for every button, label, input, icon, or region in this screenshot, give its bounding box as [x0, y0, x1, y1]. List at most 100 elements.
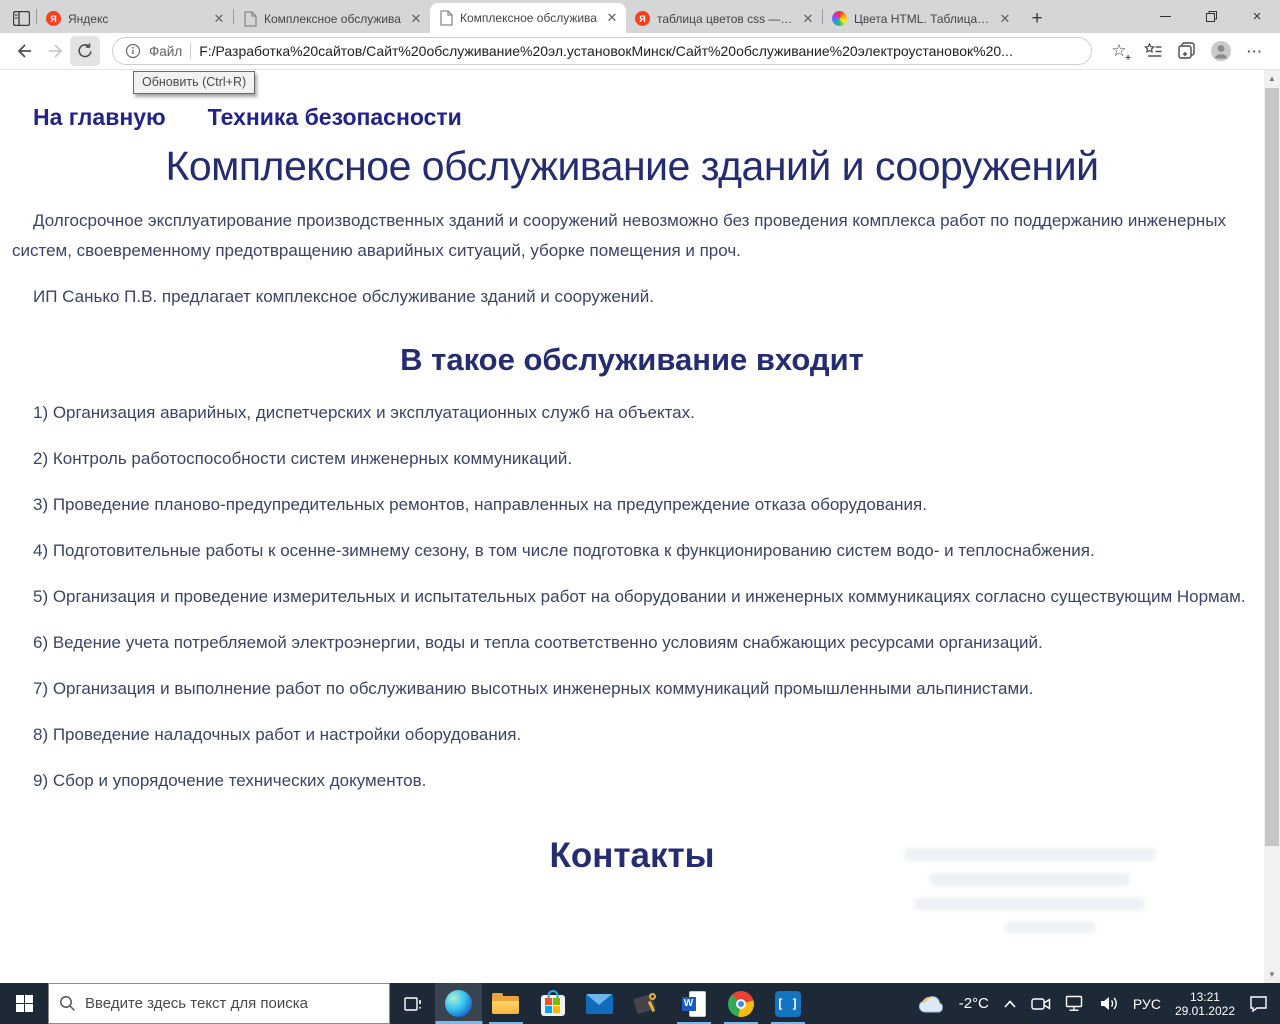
close-icon: ×	[1252, 8, 1262, 25]
window-minimize-button[interactable]	[1142, 0, 1188, 33]
tab-close-icon[interactable]: ✕	[408, 11, 424, 27]
yandex-favicon: Я	[635, 11, 650, 26]
brackets-icon: [ ]	[774, 990, 801, 1017]
taskbar-app-mail[interactable]	[576, 983, 623, 1024]
url-scheme-label: Файл	[149, 43, 183, 59]
ghost-text-artifact	[905, 848, 1155, 861]
tray-time: 13:21	[1189, 989, 1220, 1004]
address-bar[interactable]: Файл F:/Разработка%20сайтов/Сайт%20обслу…	[112, 37, 1092, 65]
weather-widget[interactable]	[913, 983, 949, 1024]
intro-paragraph: ИП Санько П.В. предлагает комплексное об…	[33, 287, 655, 306]
tab-html-colors[interactable]: Цвета HTML. Таблица из ✕	[823, 4, 1019, 33]
tab-site-page-1[interactable]: Комплексное обслужива ✕	[234, 4, 430, 33]
volume-button[interactable]	[1095, 983, 1123, 1024]
task-view-icon	[403, 996, 421, 1011]
forward-button[interactable]	[40, 36, 70, 66]
action-center-button[interactable]	[1245, 983, 1272, 1024]
meet-now-button[interactable]	[1027, 983, 1055, 1024]
back-button[interactable]	[10, 36, 40, 66]
taskbar-app-password-keys[interactable]	[623, 983, 670, 1024]
url-text[interactable]: F:/Разработка%20сайтов/Сайт%20обслуживан…	[199, 43, 1079, 59]
start-button[interactable]	[0, 983, 48, 1024]
nav-link-safety[interactable]: Техника безопасности	[208, 104, 462, 131]
nav-link-home[interactable]: На главную	[33, 104, 166, 131]
tab-close-icon[interactable]: ✕	[800, 11, 816, 27]
refresh-button[interactable]	[70, 36, 100, 66]
tab-close-icon[interactable]: ✕	[997, 11, 1013, 27]
tab-yandex[interactable]: Я Яндекс ✕	[37, 4, 233, 33]
microsoft-store-icon	[540, 990, 565, 1016]
collections-button[interactable]	[1172, 36, 1202, 66]
taskbar-app-brackets[interactable]: [ ]	[764, 983, 811, 1024]
service-list-item: 2) Контроль работоспособности систем инж…	[33, 449, 573, 468]
profile-avatar-icon	[1211, 41, 1231, 61]
page-favicon	[439, 10, 453, 26]
windows-logo-icon	[15, 995, 33, 1012]
service-list-item: 4) Подготовительные работы к осенне-зимн…	[33, 541, 1095, 560]
language-indicator[interactable]: РУС	[1129, 983, 1165, 1024]
meet-now-camera-icon	[1031, 997, 1051, 1010]
system-tray: -2°C РУС 13:21 29.01.2022	[913, 983, 1280, 1024]
taskbar-app-chrome[interactable]	[717, 983, 764, 1024]
network-button[interactable]	[1061, 983, 1089, 1024]
favorites-list-button[interactable]	[1138, 36, 1168, 66]
settings-more-button[interactable]: ···	[1240, 36, 1270, 66]
vertical-tabs-icon	[12, 11, 30, 26]
weather-cloud-icon	[918, 995, 943, 1013]
word-icon: W	[681, 990, 706, 1017]
new-tab-button[interactable]: +	[1023, 5, 1051, 33]
file-explorer-icon	[492, 993, 519, 1014]
window-close-button[interactable]: ×	[1234, 0, 1280, 33]
forward-icon	[49, 44, 63, 58]
tab-close-icon[interactable]: ✕	[604, 10, 620, 26]
windows-taskbar: W [ ] -2°C РУС 13:21 29.01.2022	[0, 983, 1280, 1024]
clock-widget[interactable]: 13:21 29.01.2022	[1171, 983, 1239, 1024]
task-view-button[interactable]	[390, 983, 435, 1024]
scroll-up-arrow[interactable]: ▲	[1264, 70, 1280, 87]
color-sphere-favicon	[832, 11, 847, 26]
scroll-down-arrow[interactable]: ▼	[1264, 966, 1280, 983]
scrollbar-thumb[interactable]	[1265, 88, 1279, 846]
taskbar-app-file-explorer[interactable]	[482, 983, 529, 1024]
service-list-item: 3) Проведение планово-предупредительных …	[33, 495, 927, 514]
refresh-icon	[78, 43, 92, 58]
restore-icon	[1205, 11, 1217, 22]
tray-overflow-button[interactable]	[999, 983, 1021, 1024]
add-favorite-button[interactable]: ☆ +	[1104, 36, 1134, 66]
service-list-item: 6) Ведение учета потребляемой электроэне…	[33, 633, 1043, 652]
favorites-list-icon	[1143, 42, 1161, 57]
back-icon	[17, 44, 31, 58]
profile-button[interactable]	[1206, 36, 1236, 66]
chrome-icon	[727, 990, 754, 1017]
chevron-up-icon	[1004, 999, 1016, 1008]
taskbar-app-edge[interactable]	[435, 983, 482, 1024]
vertical-tabs-button[interactable]	[6, 4, 36, 33]
url-separator	[190, 43, 192, 59]
tab-css-colors-search[interactable]: Я таблица цветов css — Ян ✕	[626, 4, 822, 33]
page-scrollbar[interactable]: ▲ ▼	[1264, 70, 1280, 983]
browser-toolbar: Файл F:/Разработка%20сайтов/Сайт%20обслу…	[0, 33, 1280, 70]
site-navigation: На главную Техника безопасности	[33, 104, 1264, 131]
minimize-icon	[1159, 16, 1171, 17]
temperature-label[interactable]: -2°C	[955, 983, 993, 1024]
page-title: Комплексное обслуживание зданий и сооруж…	[165, 143, 1099, 189]
toolbar-actions: ☆ + ···	[1104, 36, 1270, 66]
tab-title: Комплексное обслужива	[264, 11, 401, 26]
service-list-item: 7) Организация и выполнение работ по обс…	[33, 679, 1034, 698]
taskbar-search-input[interactable]	[85, 995, 379, 1012]
ghost-text-artifact	[1005, 922, 1095, 933]
info-icon[interactable]	[125, 43, 141, 59]
taskbar-app-word[interactable]: W	[670, 983, 717, 1024]
ghost-text-artifact	[915, 898, 1145, 910]
tab-close-icon[interactable]: ✕	[211, 11, 227, 27]
service-list-item: 5) Организация и проведение измерительны…	[33, 587, 1246, 606]
services-section-title: В такое обслуживание входит	[400, 342, 864, 377]
window-restore-button[interactable]	[1188, 0, 1234, 33]
search-icon	[59, 995, 76, 1012]
services-list: 1) Организация аварийных, диспетчерских …	[12, 398, 1252, 796]
tab-site-page-2-active[interactable]: Комплексное обслужива ✕	[430, 3, 626, 33]
taskbar-search[interactable]	[48, 983, 390, 1024]
taskbar-app-microsoft-store[interactable]	[529, 983, 576, 1024]
tab-title: Цвета HTML. Таблица из	[854, 11, 990, 26]
browser-tab-strip: Я Яндекс ✕ Комплексное обслужива ✕ Компл…	[0, 0, 1280, 33]
